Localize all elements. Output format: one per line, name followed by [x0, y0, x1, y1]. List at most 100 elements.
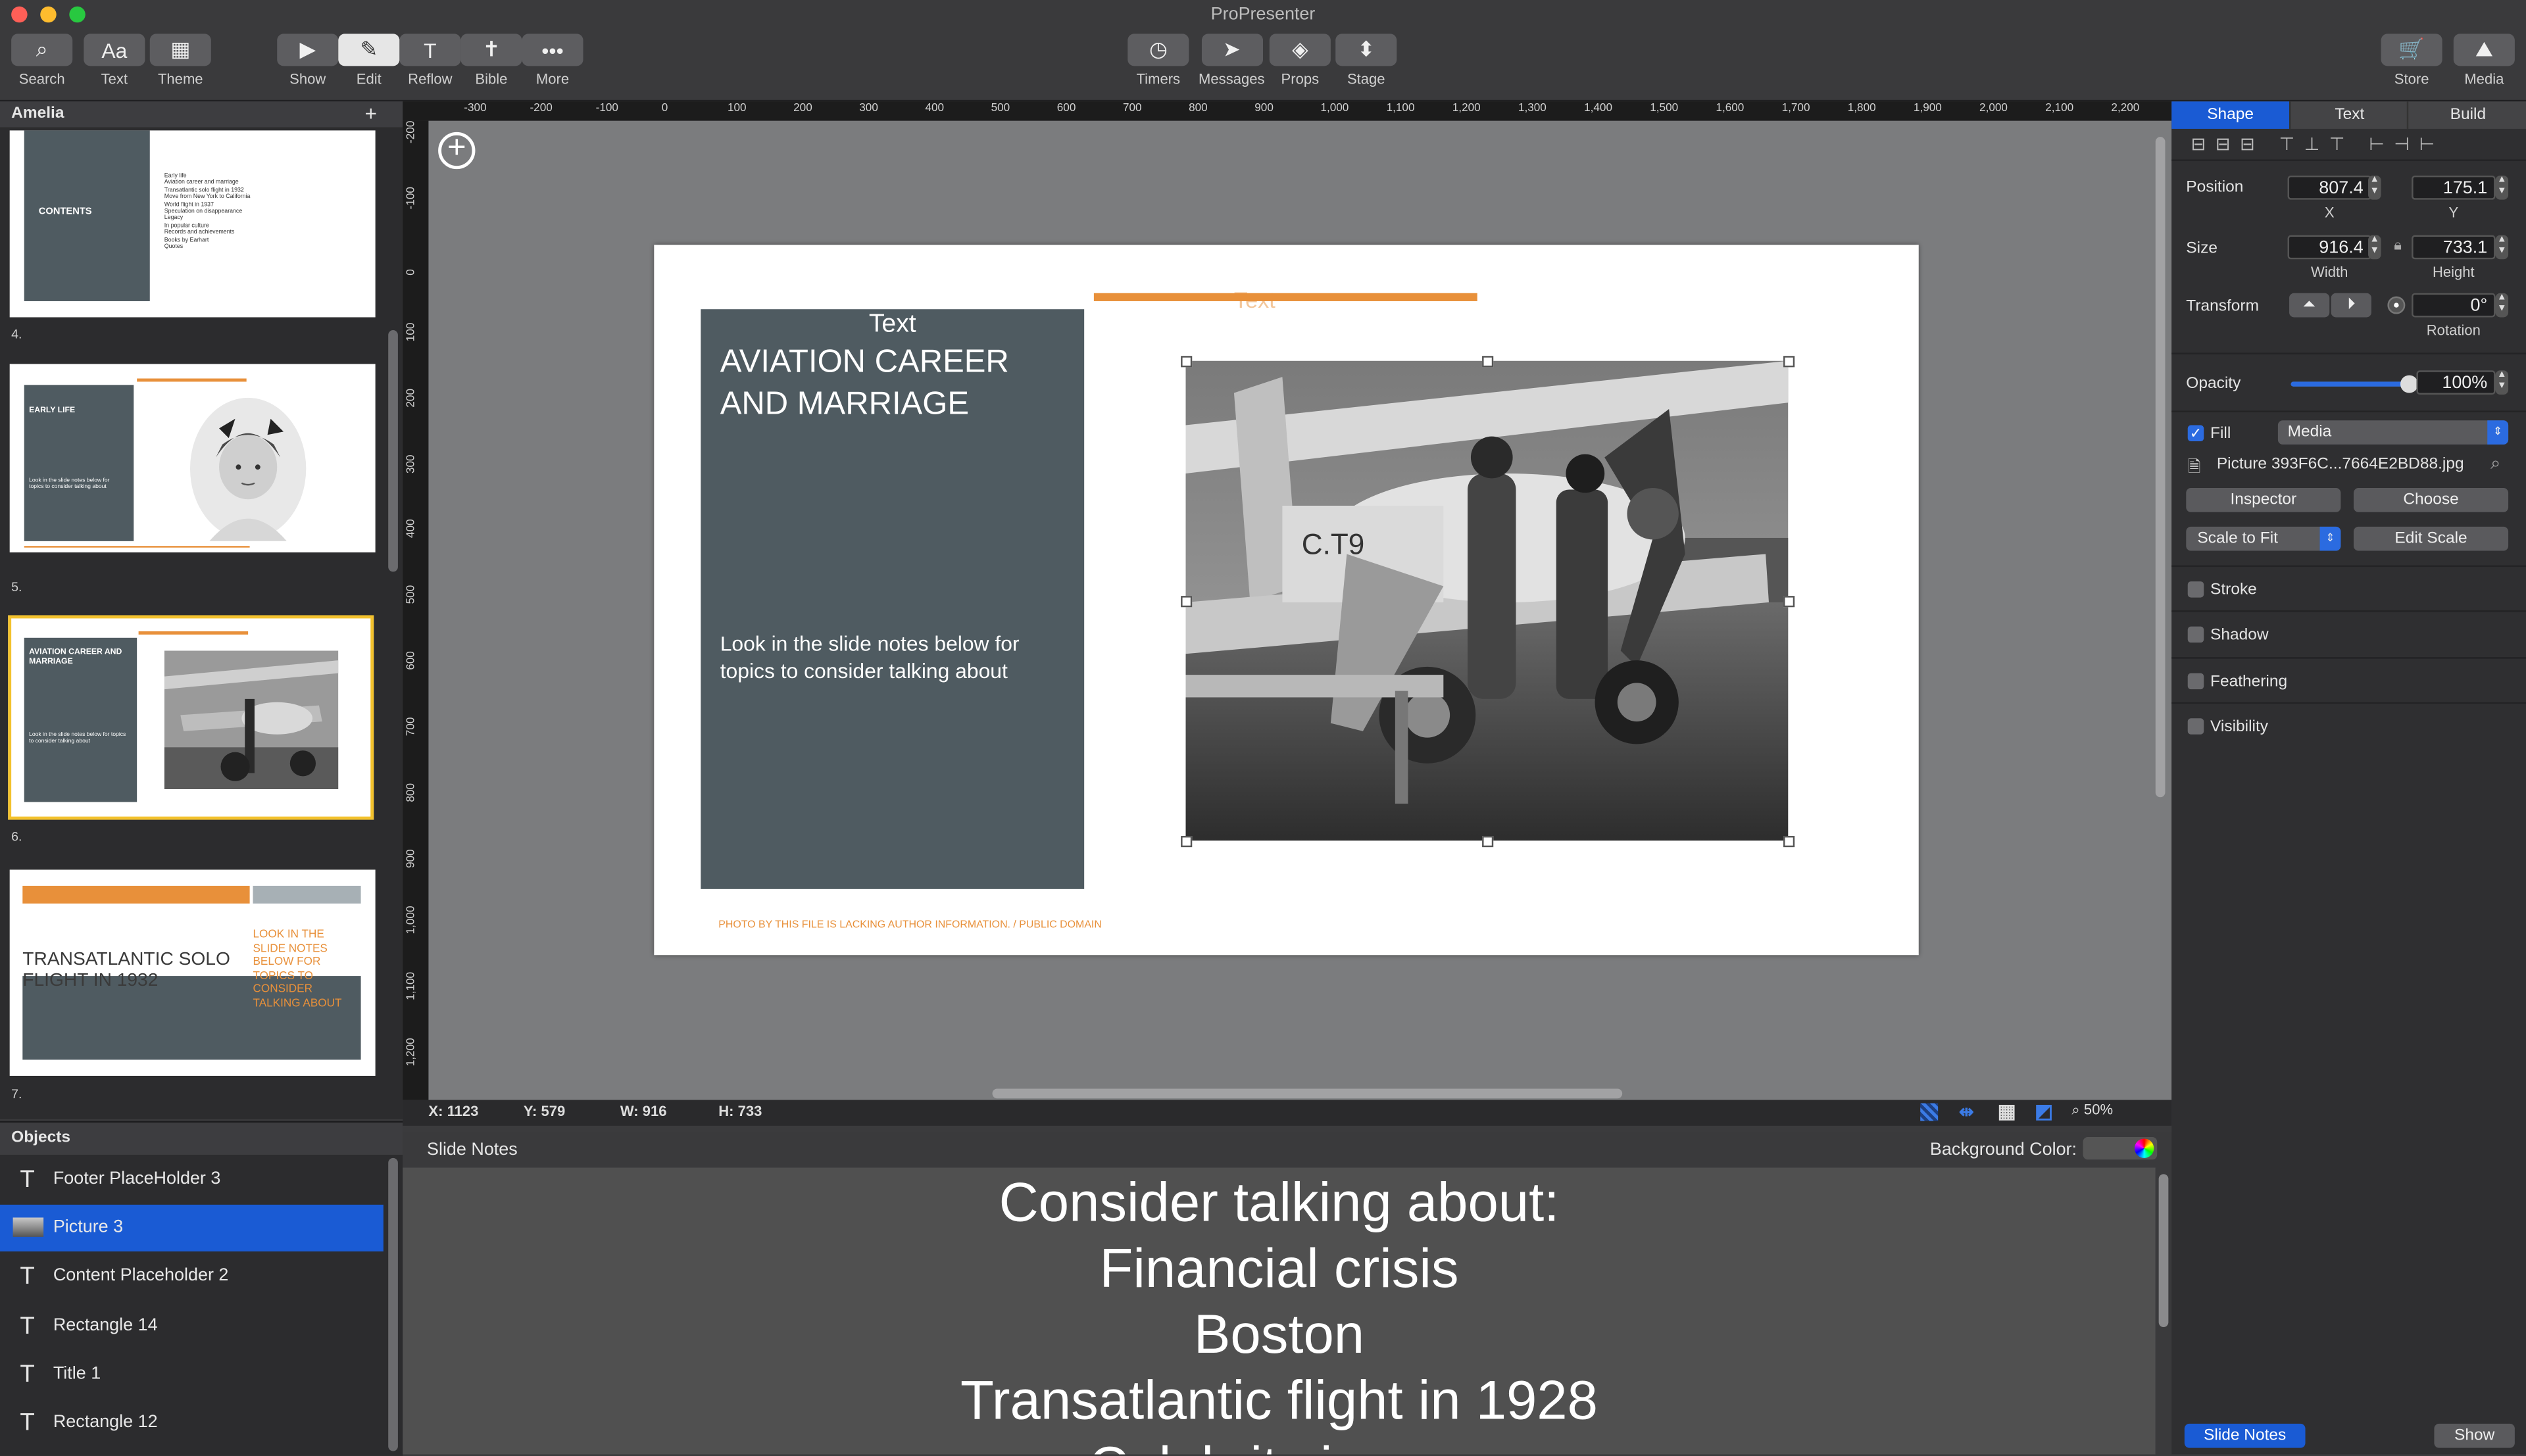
height-stepper[interactable]: ▲ ▼ — [2495, 235, 2509, 260]
media-button[interactable]: ⛰ Media — [2453, 34, 2515, 87]
slide-thumbnail-6-selected[interactable]: AVIATION CAREER AND MARRIAGE Look in the… — [8, 615, 374, 820]
minimize-window-button[interactable] — [40, 6, 57, 23]
search-button[interactable]: ⌕ Search — [11, 34, 73, 87]
resize-handle-bottom[interactable] — [1482, 836, 1494, 848]
zoom-control[interactable]: ⌕ 50% — [2071, 1102, 2113, 1119]
library-scrollbar[interactable] — [388, 330, 398, 572]
fill-label: Fill — [2210, 425, 2231, 443]
width-field[interactable]: 916.4 — [2287, 235, 2371, 260]
tab-text[interactable]: Text — [2289, 101, 2408, 129]
slide-notes-editor[interactable]: Consider talking about: Financial crisis B… — [403, 1167, 2156, 1455]
flip-horizontal-icon[interactable]: ⏵ — [2331, 293, 2371, 318]
position-y-field[interactable]: 175.1 — [2412, 175, 2496, 200]
text-button[interactable]: Aa Text — [84, 34, 145, 87]
slide-thumbnail-5[interactable]: EARLY LIFE Look in the slide notes below… — [9, 364, 376, 553]
show-mode-button[interactable]: ▶ Show — [277, 34, 339, 87]
slide-title[interactable]: AVIATION CAREER AND MARRIAGE — [720, 341, 1075, 425]
close-window-button[interactable] — [11, 6, 28, 23]
resize-handle-top[interactable] — [1482, 356, 1494, 368]
object-row[interactable]: Picture 3 — [0, 1205, 384, 1252]
ruler-tick-label: 1,200 — [1452, 103, 1481, 114]
theme-button[interactable]: ▦ Theme — [149, 34, 211, 87]
feathering-checkbox[interactable] — [2187, 673, 2204, 690]
resize-handle-left[interactable] — [1181, 596, 1193, 608]
canvas-horizontal-scrollbar[interactable] — [992, 1088, 1623, 1099]
slide-text-box[interactable]: Text AVIATION CAREER AND MARRIAGE Look i… — [701, 309, 1085, 889]
fill-type-select[interactable]: Media ⇕ — [2277, 420, 2509, 445]
edit-label: Edit — [356, 70, 382, 87]
grid-icon[interactable]: ▦ — [1998, 1100, 2016, 1123]
shadow-checkbox[interactable] — [2187, 626, 2204, 643]
canvas-vertical-scrollbar[interactable] — [2155, 137, 2166, 798]
object-row[interactable]: T Footer PlaceHolder 3 — [0, 1156, 384, 1203]
timers-button[interactable]: ◷ Timers — [1127, 34, 1189, 87]
resize-handle-bottom-right[interactable] — [1783, 836, 1795, 848]
background-color-well[interactable] — [2083, 1136, 2158, 1160]
props-button[interactable]: ◈ Props — [1269, 34, 1331, 87]
slide-thumbnail-4[interactable]: CONTENTS Early life Aviation career and m… — [9, 130, 376, 318]
zoom-window-button[interactable] — [69, 6, 86, 23]
resize-handle-bottom-left[interactable] — [1181, 836, 1193, 848]
object-row[interactable]: T Rectangle 14 — [0, 1302, 384, 1349]
stage-button[interactable]: ⬍ Stage — [1335, 34, 1397, 87]
opacity-field[interactable]: 100% — [2416, 370, 2496, 395]
edit-mode-button[interactable]: ✎ Edit — [338, 34, 400, 87]
resize-handle-top-right[interactable] — [1783, 356, 1795, 368]
object-row[interactable]: T Title 1 — [0, 1351, 384, 1397]
fill-choose-button[interactable]: Choose — [2353, 488, 2509, 512]
rotation-knob-icon[interactable] — [2387, 296, 2406, 314]
notes-scrollbar[interactable] — [2158, 1174, 2169, 1327]
stroke-checkbox[interactable] — [2187, 581, 2204, 598]
objects-scrollbar[interactable] — [388, 1157, 398, 1451]
tab-build[interactable]: Build — [2406, 101, 2526, 129]
flip-vertical-icon[interactable]: ⏶ — [2289, 293, 2330, 318]
position-x-field[interactable]: 807.4 — [2287, 175, 2371, 200]
checkerboard-icon[interactable] — [1920, 1103, 1939, 1121]
divider — [2171, 565, 2526, 568]
slide-top-text[interactable]: Text — [1234, 287, 1275, 312]
add-slide-icon[interactable]: + — [364, 101, 377, 127]
fill-checkbox[interactable]: ✓ — [2187, 425, 2204, 442]
height-field[interactable]: 733.1 — [2412, 235, 2496, 260]
object-row[interactable]: T Content Placeholder 2 — [0, 1253, 384, 1300]
reflow-mode-button[interactable]: T Reflow — [399, 34, 461, 87]
messages-button[interactable]: ➤ Messages — [1199, 34, 1265, 87]
position-x-stepper[interactable]: ▲ ▼ — [2368, 175, 2381, 200]
tab-shape[interactable]: Shape — [2171, 101, 2290, 129]
fill-inspector-button[interactable]: Inspector — [2186, 488, 2341, 512]
slide-notes-button[interactable]: Slide Notes — [2184, 1423, 2306, 1448]
select-arrows-icon: ⇕ — [2487, 420, 2509, 445]
slide-footer-text[interactable]: PHOTO BY THIS FILE IS LACKING AUTHOR INF… — [718, 919, 1102, 931]
resize-handle-right[interactable] — [1783, 596, 1795, 608]
object-row[interactable]: T Rectangle 12 — [0, 1399, 384, 1446]
aspect-lock-icon[interactable]: 🔒︎ — [2394, 237, 2402, 255]
alignment-icons[interactable]: ⊟⊟⊟ ⊤⊥⊤ ⊢⊣⊢ — [2191, 133, 2444, 155]
visibility-checkbox[interactable] — [2187, 718, 2204, 735]
width-stepper[interactable]: ▲ ▼ — [2368, 235, 2381, 260]
reveal-search-icon[interactable]: ⌕ — [2490, 454, 2500, 475]
more-button[interactable]: ••• More — [522, 34, 583, 87]
position-y-stepper[interactable]: ▲ ▼ — [2495, 175, 2509, 200]
slide-notes-text[interactable]: Consider talking about: Financial crisis B… — [403, 1168, 2156, 1455]
store-button[interactable]: 🛒 Store — [2381, 34, 2442, 87]
opacity-stepper[interactable]: ▲ ▼ — [2495, 370, 2509, 395]
divider — [2171, 352, 2526, 354]
bible-button[interactable]: ✝ Bible — [460, 34, 522, 87]
opacity-label: Opacity — [2186, 375, 2241, 393]
play-icon: ▶ — [277, 34, 339, 66]
show-button[interactable]: Show — [2434, 1423, 2515, 1448]
scale-mode-select[interactable]: Scale to Fit ⇕ — [2186, 526, 2341, 551]
rotation-stepper[interactable]: ▲ ▼ — [2495, 293, 2509, 318]
fit-width-icon[interactable]: ⇹ — [1959, 1102, 1974, 1123]
add-object-icon[interactable]: + — [438, 132, 476, 170]
rotation-field[interactable]: 0° — [2412, 293, 2496, 318]
slide-accent-bar[interactable] — [1093, 293, 1477, 301]
resize-handle-top-left[interactable] — [1181, 356, 1193, 368]
opacity-slider-knob[interactable] — [2400, 375, 2418, 393]
snap-icon[interactable]: ◩ — [2035, 1100, 2053, 1123]
edit-scale-button[interactable]: Edit Scale — [2353, 526, 2509, 551]
slide-body-text[interactable]: Look in the slide notes below for topics… — [720, 630, 1067, 685]
airplane-photo[interactable]: C.T9 — [1185, 360, 1789, 841]
opacity-slider[interactable] — [2291, 375, 2418, 393]
slide-thumbnail-7[interactable]: TRANSATLANTIC SOLO FLIGHT IN 1932 LOOK I… — [9, 869, 376, 1076]
